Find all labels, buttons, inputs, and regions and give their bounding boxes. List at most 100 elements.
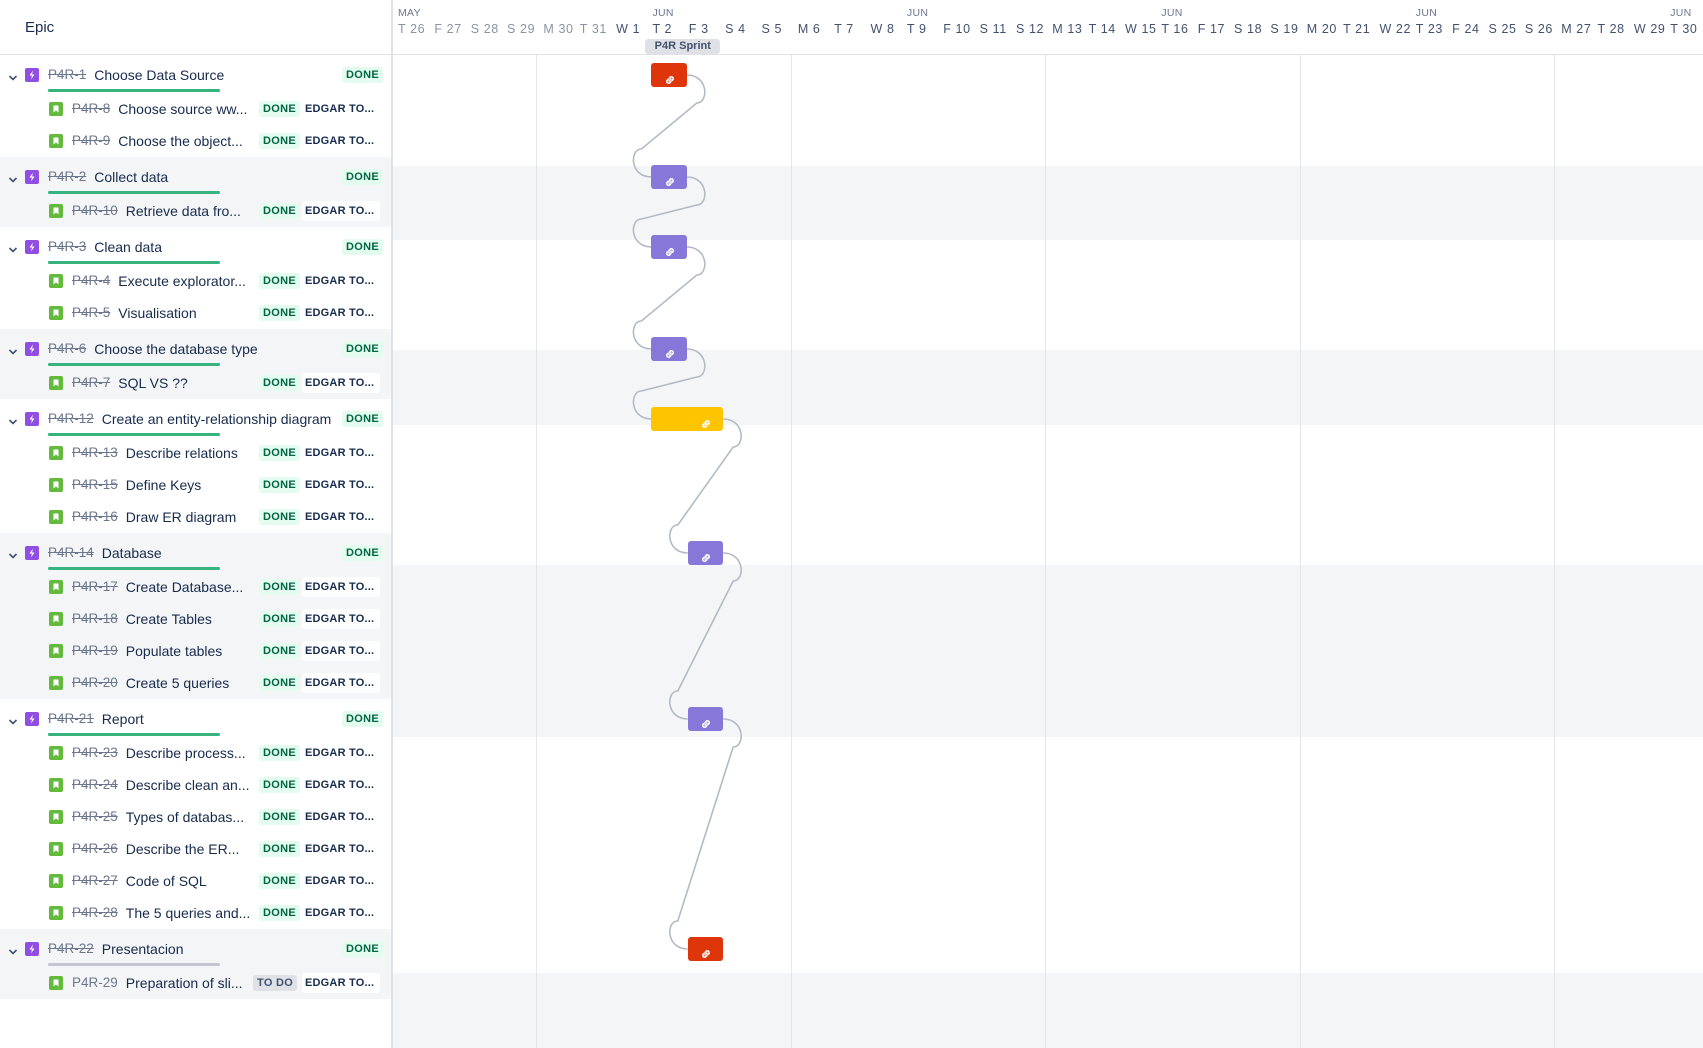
issue-key[interactable]: P4R-2: [48, 169, 86, 184]
dependency-line[interactable]: [632, 74, 706, 178]
chevron-down-icon[interactable]: [8, 944, 18, 955]
issue-key[interactable]: P4R-15: [72, 477, 118, 492]
epic-bar[interactable]: [651, 165, 687, 189]
assignee-name[interactable]: EDGAR TO...: [302, 303, 380, 323]
assignee-name[interactable]: EDGAR TO...: [302, 475, 380, 495]
issue-key[interactable]: P4R-5: [72, 305, 110, 320]
epic-bar[interactable]: [687, 541, 724, 565]
story-row[interactable]: P4R-13 Describe relations DONE EDGAR TO...: [0, 437, 391, 469]
issue-key[interactable]: P4R-1: [48, 67, 86, 82]
issue-title[interactable]: Choose the database type: [94, 341, 257, 357]
assignee-name[interactable]: EDGAR TO...: [302, 775, 380, 795]
assignee-name[interactable]: EDGAR TO...: [302, 839, 380, 859]
issue-key[interactable]: P4R-16: [72, 509, 118, 524]
issue-title[interactable]: Describe process...: [126, 745, 246, 761]
sprint-label[interactable]: P4R Sprint: [645, 39, 721, 54]
link-icon[interactable]: [699, 546, 713, 562]
story-row[interactable]: P4R-19 Populate tables DONE EDGAR TO...: [0, 635, 391, 667]
dependency-line[interactable]: [632, 246, 706, 350]
assignee-name[interactable]: EDGAR TO...: [302, 507, 380, 527]
story-row[interactable]: P4R-10 Retrieve data fro... DONE EDGAR TO..…: [0, 195, 391, 227]
chevron-down-icon[interactable]: [8, 172, 18, 183]
issue-key[interactable]: P4R-17: [72, 579, 118, 594]
issue-key[interactable]: P4R-27: [72, 873, 118, 888]
issue-key[interactable]: P4R-26: [72, 841, 118, 856]
story-row[interactable]: P4R-20 Create 5 queries DONE EDGAR TO...: [0, 667, 391, 699]
story-row[interactable]: P4R-5 Visualisation DONE EDGAR TO...: [0, 297, 391, 329]
epic-bar[interactable]: [687, 707, 724, 731]
issue-title[interactable]: Define Keys: [126, 477, 201, 493]
story-row[interactable]: P4R-18 Create Tables DONE EDGAR TO...: [0, 603, 391, 635]
assignee-name[interactable]: EDGAR TO...: [302, 743, 380, 763]
epic-row[interactable]: P4R-2 Collect data DONE: [0, 157, 391, 195]
assignee-name[interactable]: EDGAR TO...: [302, 641, 380, 661]
link-icon[interactable]: [663, 240, 677, 256]
issue-title[interactable]: Preparation of sli...: [126, 975, 243, 991]
assignee-name[interactable]: EDGAR TO...: [302, 673, 380, 693]
story-row[interactable]: P4R-9 Choose the object... DONE EDGAR TO...: [0, 125, 391, 157]
issue-title[interactable]: Choose Data Source: [94, 67, 224, 83]
issue-key[interactable]: P4R-8: [72, 101, 110, 116]
issue-key[interactable]: P4R-4: [72, 273, 110, 288]
issue-key[interactable]: P4R-25: [72, 809, 118, 824]
issue-title[interactable]: Presentacion: [102, 941, 184, 957]
issue-key[interactable]: P4R-3: [48, 239, 86, 254]
dependency-line[interactable]: [669, 418, 742, 554]
issue-key[interactable]: P4R-19: [72, 643, 118, 658]
chevron-down-icon[interactable]: [8, 344, 18, 355]
issue-title[interactable]: Types of databas...: [126, 809, 244, 825]
epic-row[interactable]: P4R-1 Choose Data Source DONE: [0, 55, 391, 93]
issue-title[interactable]: Create an entity-relationship diagram: [102, 411, 332, 427]
story-row[interactable]: P4R-27 Code of SQL DONE EDGAR TO...: [0, 865, 391, 897]
story-row[interactable]: P4R-29 Preparation of sli... TO DO EDGAR TO…: [0, 967, 391, 999]
assignee-name[interactable]: EDGAR TO...: [302, 973, 380, 993]
issue-title[interactable]: Describe the ER...: [126, 841, 240, 857]
issue-title[interactable]: Choose the object...: [118, 133, 243, 149]
assignee-name[interactable]: EDGAR TO...: [302, 577, 380, 597]
epic-bar[interactable]: [687, 937, 724, 961]
issue-key[interactable]: P4R-24: [72, 777, 118, 792]
issue-title[interactable]: The 5 queries and...: [126, 905, 251, 921]
issue-title[interactable]: Draw ER diagram: [126, 509, 236, 525]
link-icon[interactable]: [699, 712, 713, 728]
assignee-name[interactable]: EDGAR TO...: [302, 373, 380, 393]
issue-title[interactable]: Report: [102, 711, 144, 727]
story-row[interactable]: P4R-8 Choose source ww... DONE EDGAR TO...: [0, 93, 391, 125]
story-row[interactable]: P4R-26 Describe the ER... DONE EDGAR TO...: [0, 833, 391, 865]
assignee-name[interactable]: EDGAR TO...: [302, 271, 380, 291]
issue-title[interactable]: Database: [102, 545, 162, 561]
issue-title[interactable]: Populate tables: [126, 643, 223, 659]
chevron-down-icon[interactable]: [8, 714, 18, 725]
epic-bar[interactable]: [651, 235, 687, 259]
issue-title[interactable]: Describe relations: [126, 445, 238, 461]
issue-title[interactable]: Clean data: [94, 239, 162, 255]
issue-key[interactable]: P4R-28: [72, 905, 118, 920]
dependency-line[interactable]: [669, 718, 742, 950]
issue-title[interactable]: Create Tables: [126, 611, 212, 627]
epic-bar[interactable]: [651, 63, 687, 87]
epic-row[interactable]: P4R-14 Database DONE: [0, 533, 391, 571]
issue-title[interactable]: Describe clean an...: [126, 777, 250, 793]
issue-key[interactable]: P4R-29: [72, 975, 118, 990]
story-row[interactable]: P4R-7 SQL VS ?? DONE EDGAR TO...: [0, 367, 391, 399]
epic-row[interactable]: P4R-3 Clean data DONE: [0, 227, 391, 265]
assignee-name[interactable]: EDGAR TO...: [302, 443, 380, 463]
story-row[interactable]: P4R-25 Types of databas... DONE EDGAR TO...: [0, 801, 391, 833]
issue-key[interactable]: P4R-12: [48, 411, 94, 426]
issue-key[interactable]: P4R-6: [48, 341, 86, 356]
epic-row[interactable]: P4R-21 Report DONE: [0, 699, 391, 737]
story-row[interactable]: P4R-24 Describe clean an... DONE EDGAR TO..…: [0, 769, 391, 801]
assignee-name[interactable]: EDGAR TO...: [302, 131, 380, 151]
epic-row[interactable]: P4R-22 Presentacion DONE: [0, 929, 391, 967]
issue-key[interactable]: P4R-14: [48, 545, 94, 560]
link-icon[interactable]: [663, 342, 677, 358]
issue-title[interactable]: Code of SQL: [126, 873, 207, 889]
issue-key[interactable]: P4R-21: [48, 711, 94, 726]
issue-key[interactable]: P4R-13: [72, 445, 118, 460]
issue-title[interactable]: Visualisation: [118, 305, 196, 321]
issue-title[interactable]: Retrieve data fro...: [126, 203, 241, 219]
story-row[interactable]: P4R-16 Draw ER diagram DONE EDGAR TO...: [0, 501, 391, 533]
epic-bar[interactable]: [651, 407, 724, 431]
issue-title[interactable]: Collect data: [94, 169, 168, 185]
assignee-name[interactable]: EDGAR TO...: [302, 807, 380, 827]
